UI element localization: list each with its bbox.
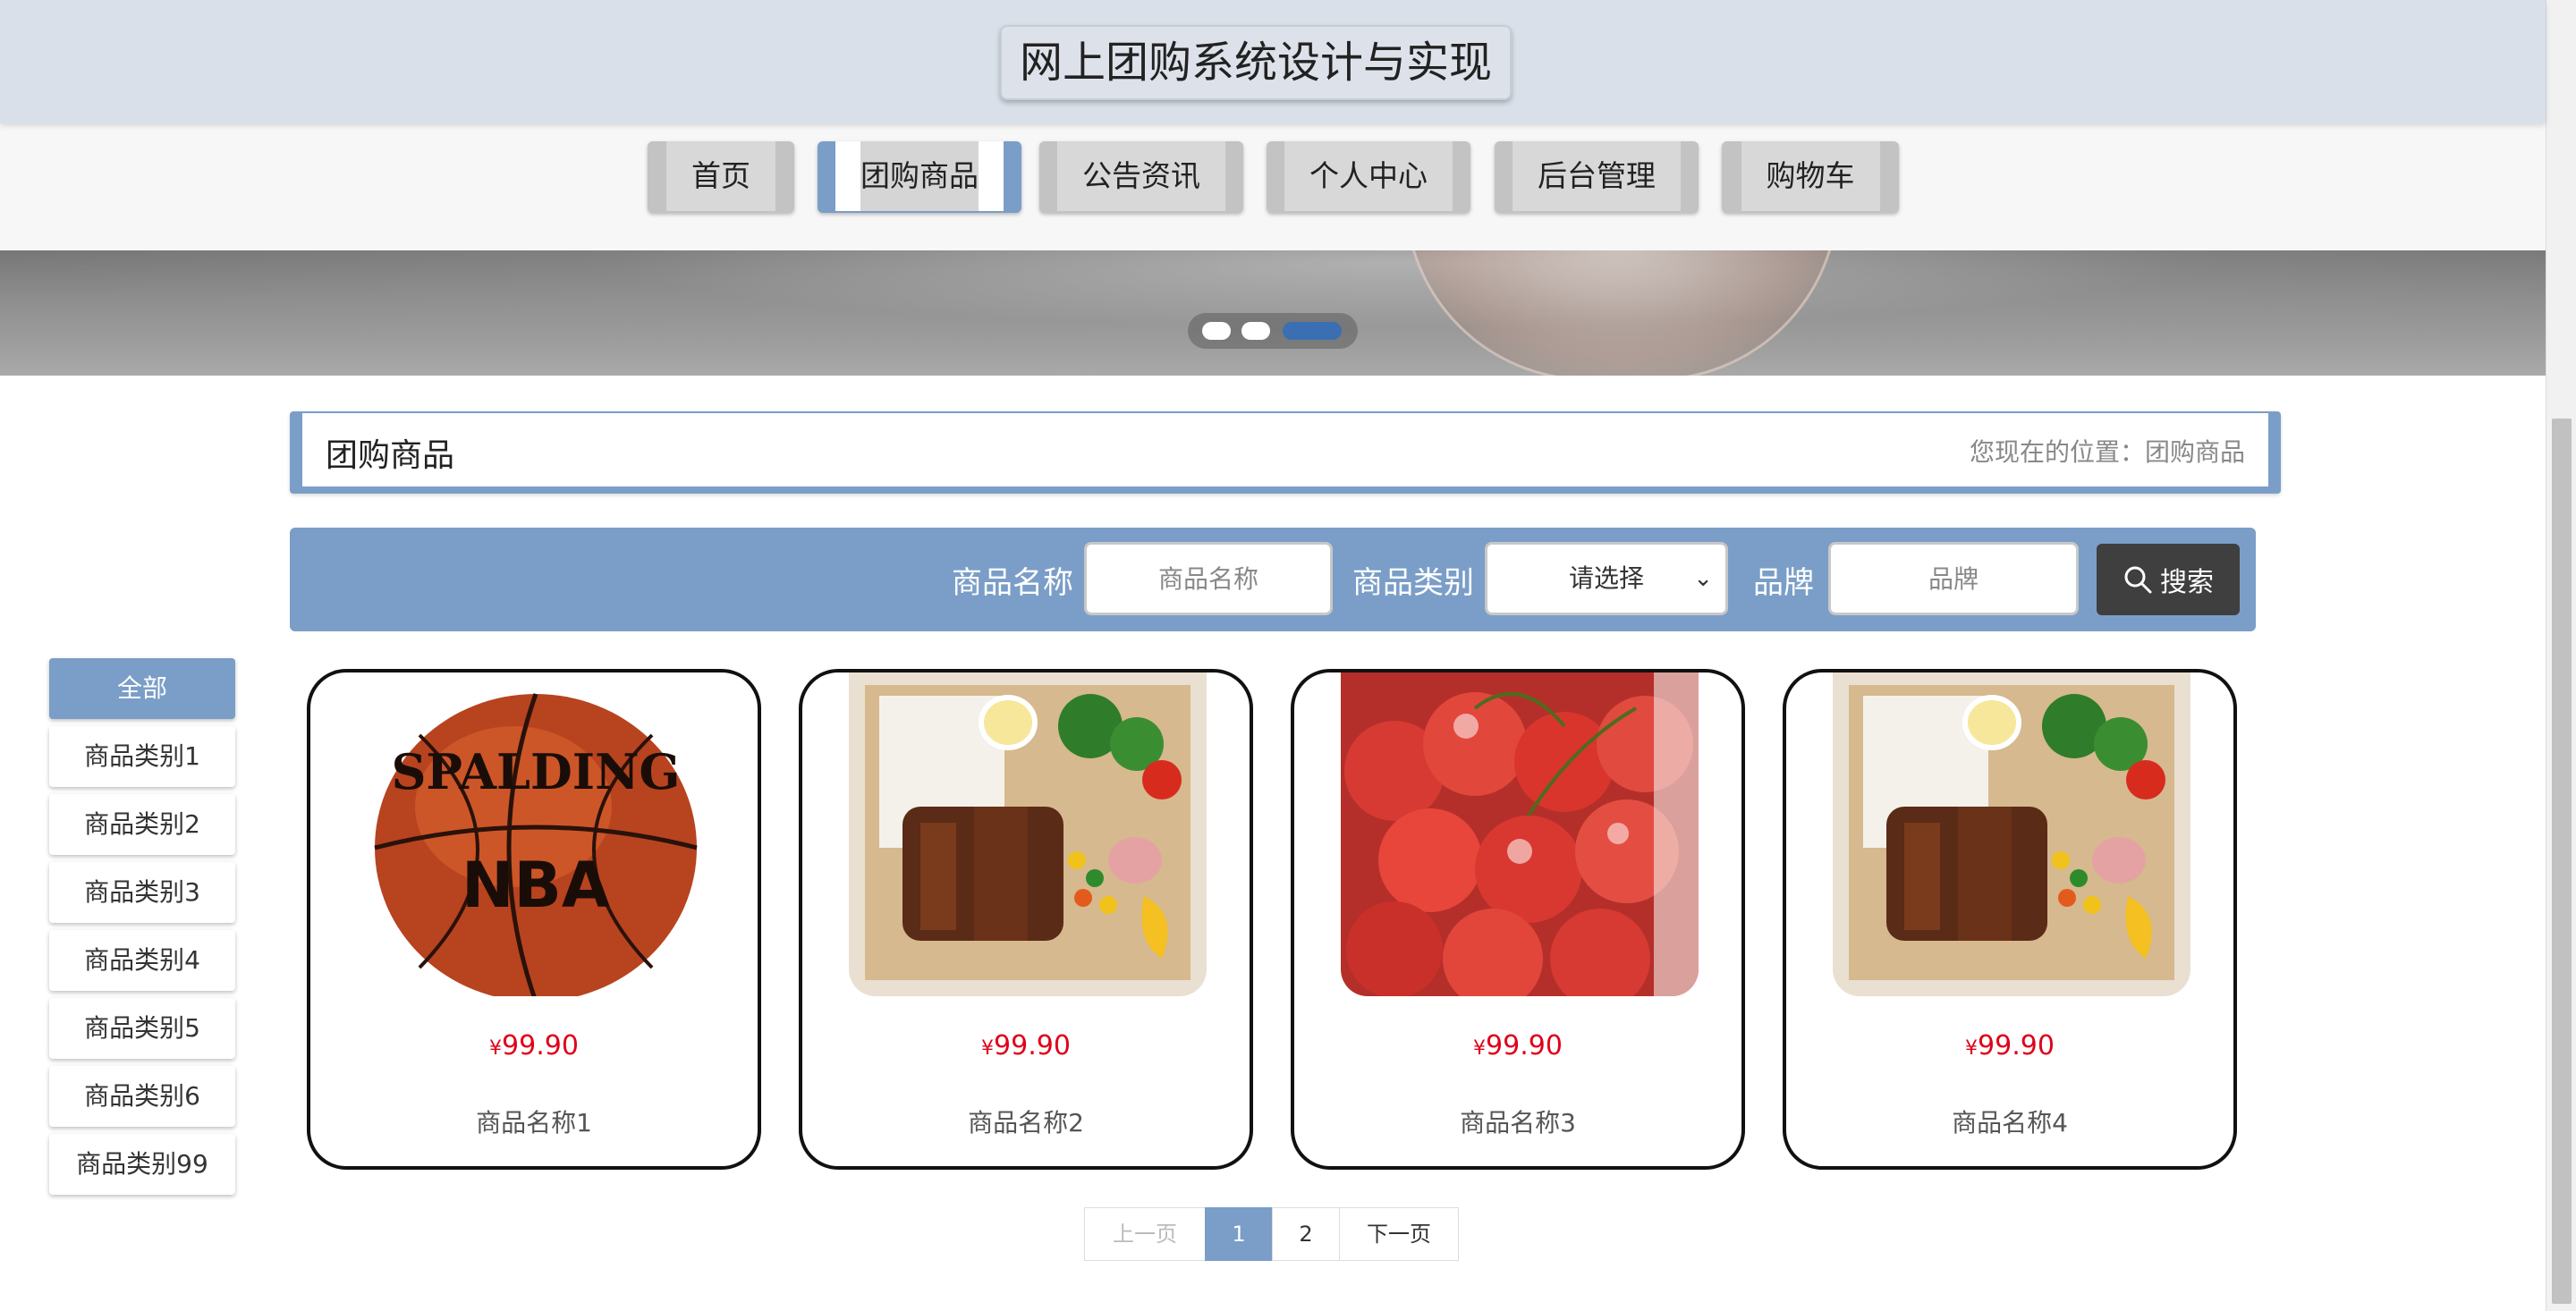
product-name-label: 商品名称: [952, 565, 1073, 601]
site-title: 网上团购系统设计与实现: [1000, 25, 1513, 100]
product-price: ¥99.90: [802, 1030, 1250, 1061]
product-card-3[interactable]: ¥99.90 商品名称3: [1291, 669, 1745, 1170]
nav-admin-label: 后台管理: [1513, 141, 1681, 211]
category-select[interactable]: 请选择 ⌄: [1485, 542, 1728, 615]
category-item-99[interactable]: 商品类别99: [49, 1134, 235, 1195]
chevron-down-icon: ⌄: [1693, 565, 1713, 592]
product-name-input[interactable]: [1084, 542, 1333, 615]
page-title: 团购商品: [326, 437, 455, 474]
brand-label: 品牌: [1753, 565, 1814, 601]
nav-announcements-label: 公告资讯: [1057, 141, 1225, 211]
nav-personal-center[interactable]: 个人中心: [1267, 141, 1470, 213]
carousel-dot-1[interactable]: [1202, 322, 1231, 340]
price-value: 99.90: [994, 1030, 1071, 1061]
search-button[interactable]: 搜索: [2097, 544, 2240, 615]
product-price: ¥99.90: [310, 1030, 758, 1061]
product-name[interactable]: 商品名称1: [310, 1104, 758, 1139]
page-1-button[interactable]: 1: [1205, 1207, 1273, 1261]
pagination: 上一页 1 2 下一页: [1084, 1207, 1459, 1261]
page-2-button[interactable]: 2: [1272, 1207, 1340, 1261]
price-value: 99.90: [1978, 1030, 2055, 1061]
nav-group-products-label: 团购商品: [860, 141, 979, 211]
next-page-button[interactable]: 下一页: [1339, 1207, 1459, 1261]
product-name[interactable]: 商品名称3: [1294, 1104, 1741, 1139]
carousel-dot-2[interactable]: [1241, 322, 1270, 340]
product-name[interactable]: 商品名称2: [802, 1104, 1250, 1139]
category-item-2[interactable]: 商品类别2: [49, 794, 235, 855]
vertical-scrollbar[interactable]: [2546, 0, 2576, 1311]
nav-personal-center-label: 个人中心: [1284, 141, 1453, 211]
currency-symbol: ¥: [981, 1037, 995, 1060]
category-item-6[interactable]: 商品类别6: [49, 1066, 235, 1127]
nav-admin[interactable]: 后台管理: [1495, 141, 1699, 213]
nav-home[interactable]: 首页: [648, 141, 794, 213]
category-select-value: 请选择: [1568, 563, 1644, 593]
product-price: ¥99.90: [1294, 1030, 1741, 1061]
breadcrumb: 您现在的位置：团购商品: [1969, 437, 2245, 467]
scrollbar-thumb[interactable]: [2552, 419, 2572, 1304]
nav-group-products[interactable]: 团购商品: [818, 141, 1021, 213]
page-heading: 团购商品 您现在的位置：团购商品: [290, 411, 2281, 494]
currency-symbol: ¥: [1473, 1037, 1487, 1060]
brand-input[interactable]: [1828, 542, 2079, 615]
product-price: ¥99.90: [1786, 1030, 2233, 1061]
product-card-2[interactable]: ¥99.90 商品名称2: [799, 669, 1253, 1170]
currency-symbol: ¥: [1965, 1037, 1979, 1060]
product-card-4[interactable]: ¥99.90 商品名称4: [1783, 669, 2237, 1170]
category-item-1[interactable]: 商品类别1: [49, 726, 235, 787]
main-nav: 首页 团购商品 公告资讯 个人中心 后台管理 购物车: [0, 123, 2546, 250]
prev-page-button[interactable]: 上一页: [1084, 1207, 1206, 1261]
currency-symbol: ¥: [489, 1037, 503, 1060]
nav-cart[interactable]: 购物车: [1722, 141, 1899, 213]
nav-announcements[interactable]: 公告资讯: [1039, 141, 1243, 213]
product-card-1[interactable]: SPALDING NBA ¥99.90 商品名称1: [307, 669, 761, 1170]
search-bar: 商品名称 商品类别 请选择 ⌄ 品牌 搜索: [290, 528, 2256, 631]
nav-home-label: 首页: [666, 141, 775, 211]
carousel-dot-3-active[interactable]: [1283, 322, 1342, 340]
basketball-image[interactable]: SPALDING NBA: [357, 672, 715, 996]
carousel-indicators: [1188, 313, 1358, 349]
category-label: 商品类别: [1352, 565, 1474, 601]
category-all[interactable]: 全部: [49, 658, 235, 719]
product-name[interactable]: 商品名称4: [1786, 1104, 2233, 1139]
bento-image[interactable]: [1833, 672, 2190, 996]
category-item-5[interactable]: 商品类别5: [49, 998, 235, 1059]
nav-active-inner: 团购商品: [835, 141, 1004, 211]
bento-image[interactable]: [849, 672, 1207, 996]
category-item-3[interactable]: 商品类别3: [49, 862, 235, 923]
price-value: 99.90: [502, 1030, 579, 1061]
price-value: 99.90: [1486, 1030, 1563, 1061]
category-item-4[interactable]: 商品类别4: [49, 930, 235, 991]
nav-cart-label: 购物车: [1741, 141, 1880, 211]
svg-text:NBA: NBA: [462, 849, 610, 922]
search-icon: [2124, 566, 2152, 594]
svg-text:SPALDING: SPALDING: [391, 743, 680, 800]
search-button-label: 搜索: [2160, 567, 2214, 598]
site-header: 网上团购系统设计与实现: [0, 0, 2546, 123]
cherries-image[interactable]: [1341, 672, 1699, 996]
